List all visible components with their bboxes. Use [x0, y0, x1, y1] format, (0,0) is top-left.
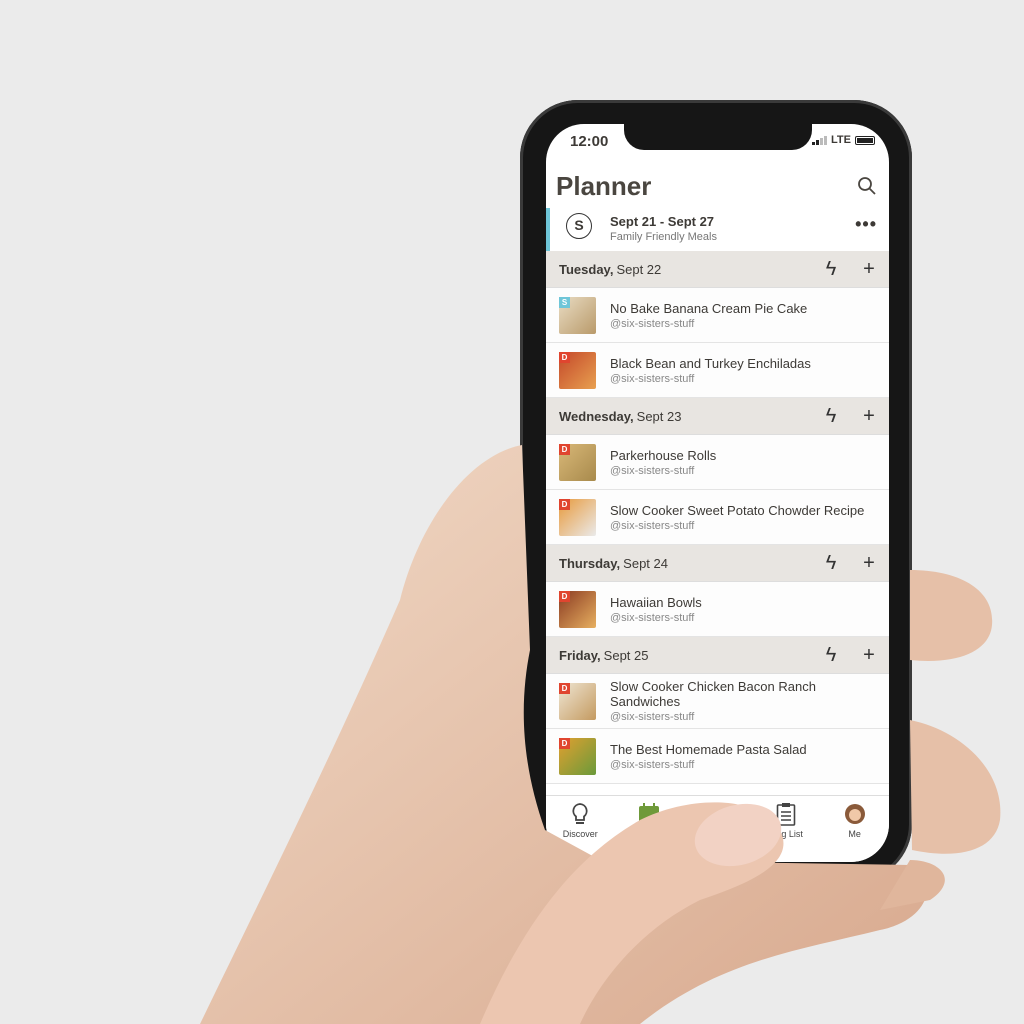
hand-image: [200, 445, 1001, 1024]
